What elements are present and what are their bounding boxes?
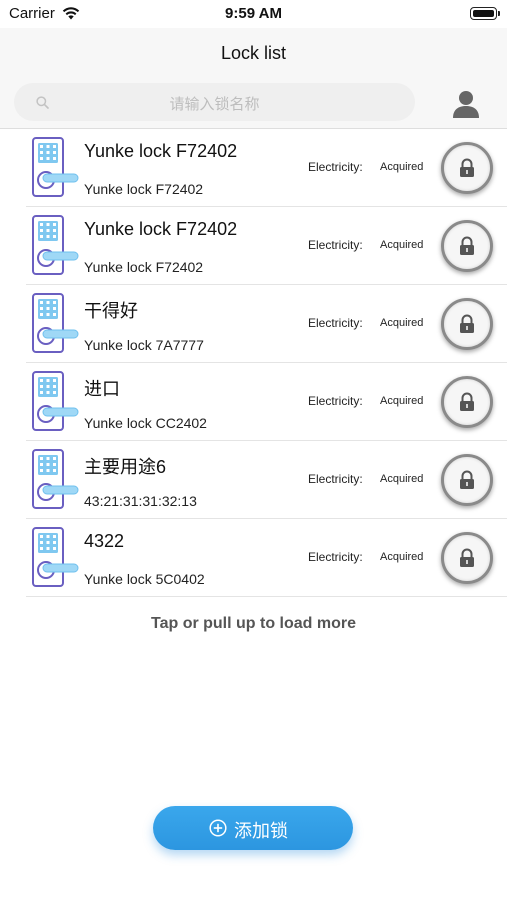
lock-list-item[interactable]: 进口 Yunke lock CC2402 Electricity: Acquir… [26, 363, 507, 441]
user-icon[interactable] [450, 89, 482, 119]
smart-lock-icon [32, 215, 79, 275]
unlock-button[interactable] [441, 220, 493, 272]
padlock-icon [460, 158, 474, 177]
electricity-value: Acquired [380, 473, 424, 485]
padlock-icon [460, 314, 474, 333]
electricity-label: Electricity: [308, 160, 363, 174]
lock-list: Yunke lock F72402 Yunke lock F72402 Elec… [0, 129, 507, 597]
lock-name: Yunke lock F72402 [84, 141, 238, 161]
unlock-button[interactable] [441, 532, 493, 584]
add-lock-label: 添加锁 [234, 821, 288, 841]
lock-name: 干得好 [84, 301, 138, 321]
lock-name: 4322 [84, 531, 125, 551]
electricity-value: Acquired [380, 317, 424, 329]
navigation-bar: Lock list [0, 28, 507, 78]
smart-lock-icon [32, 371, 79, 431]
lock-list-item[interactable]: 主要用途6 43:21:31:31:32:13 Electricity: Acq… [26, 441, 507, 519]
page-title: Lock list [220, 43, 287, 63]
padlock-icon [460, 236, 474, 255]
smart-lock-icon [32, 527, 79, 587]
plus-circle-icon [209, 819, 227, 837]
electricity-value: Acquired [380, 161, 424, 173]
unlock-button[interactable] [441, 142, 493, 194]
search-input[interactable]: 请输入锁名称 [14, 83, 415, 121]
electricity-label: Electricity: [308, 472, 363, 486]
lock-name: Yunke lock F72402 [84, 219, 238, 239]
status-bar: Carrier 9:59 AM [0, 0, 507, 28]
clock: 9:59 AM [225, 5, 282, 22]
electricity-value: Acquired [380, 395, 424, 407]
search-placeholder: 请输入锁名称 [169, 96, 260, 113]
electricity-label: Electricity: [308, 238, 363, 252]
lock-list-item[interactable]: 4322 Yunke lock 5C0402 Electricity: Acqu… [26, 519, 507, 597]
lock-identifier: Yunke lock CC2402 [84, 415, 207, 431]
electricity-value: Acquired [380, 239, 424, 251]
padlock-icon [460, 392, 474, 411]
unlock-button[interactable] [441, 454, 493, 506]
lock-list-item[interactable]: 干得好 Yunke lock 7A7777 Electricity: Acqui… [26, 285, 507, 363]
lock-identifier: Yunke lock 7A7777 [84, 337, 204, 353]
electricity-label: Electricity: [308, 394, 363, 408]
lock-identifier: Yunke lock F72402 [84, 259, 204, 275]
unlock-button[interactable] [441, 298, 493, 350]
search-bar: 请输入锁名称 [0, 78, 507, 129]
lock-list-item[interactable]: Yunke lock F72402 Yunke lock F72402 Elec… [26, 129, 507, 207]
lock-name: 主要用途6 [84, 457, 167, 477]
smart-lock-icon [32, 293, 79, 353]
lock-identifier: Yunke lock F72402 [84, 181, 204, 197]
electricity-label: Electricity: [308, 550, 363, 564]
smart-lock-icon [32, 137, 79, 197]
padlock-icon [460, 470, 474, 489]
battery-icon [470, 7, 500, 20]
padlock-icon [460, 548, 474, 567]
lock-list-item[interactable]: Yunke lock F72402 Yunke lock F72402 Elec… [26, 207, 507, 285]
unlock-button[interactable] [441, 376, 493, 428]
lock-identifier: Yunke lock 5C0402 [84, 571, 205, 587]
add-lock-button[interactable]: 添加锁 [153, 806, 353, 850]
load-more-button[interactable]: Tap or pull up to load more [0, 615, 507, 633]
electricity-label: Electricity: [308, 316, 363, 330]
lock-identifier: 43:21:31:31:32:13 [84, 493, 197, 509]
smart-lock-icon [32, 449, 79, 509]
electricity-value: Acquired [380, 551, 424, 563]
lock-name: 进口 [84, 379, 120, 399]
